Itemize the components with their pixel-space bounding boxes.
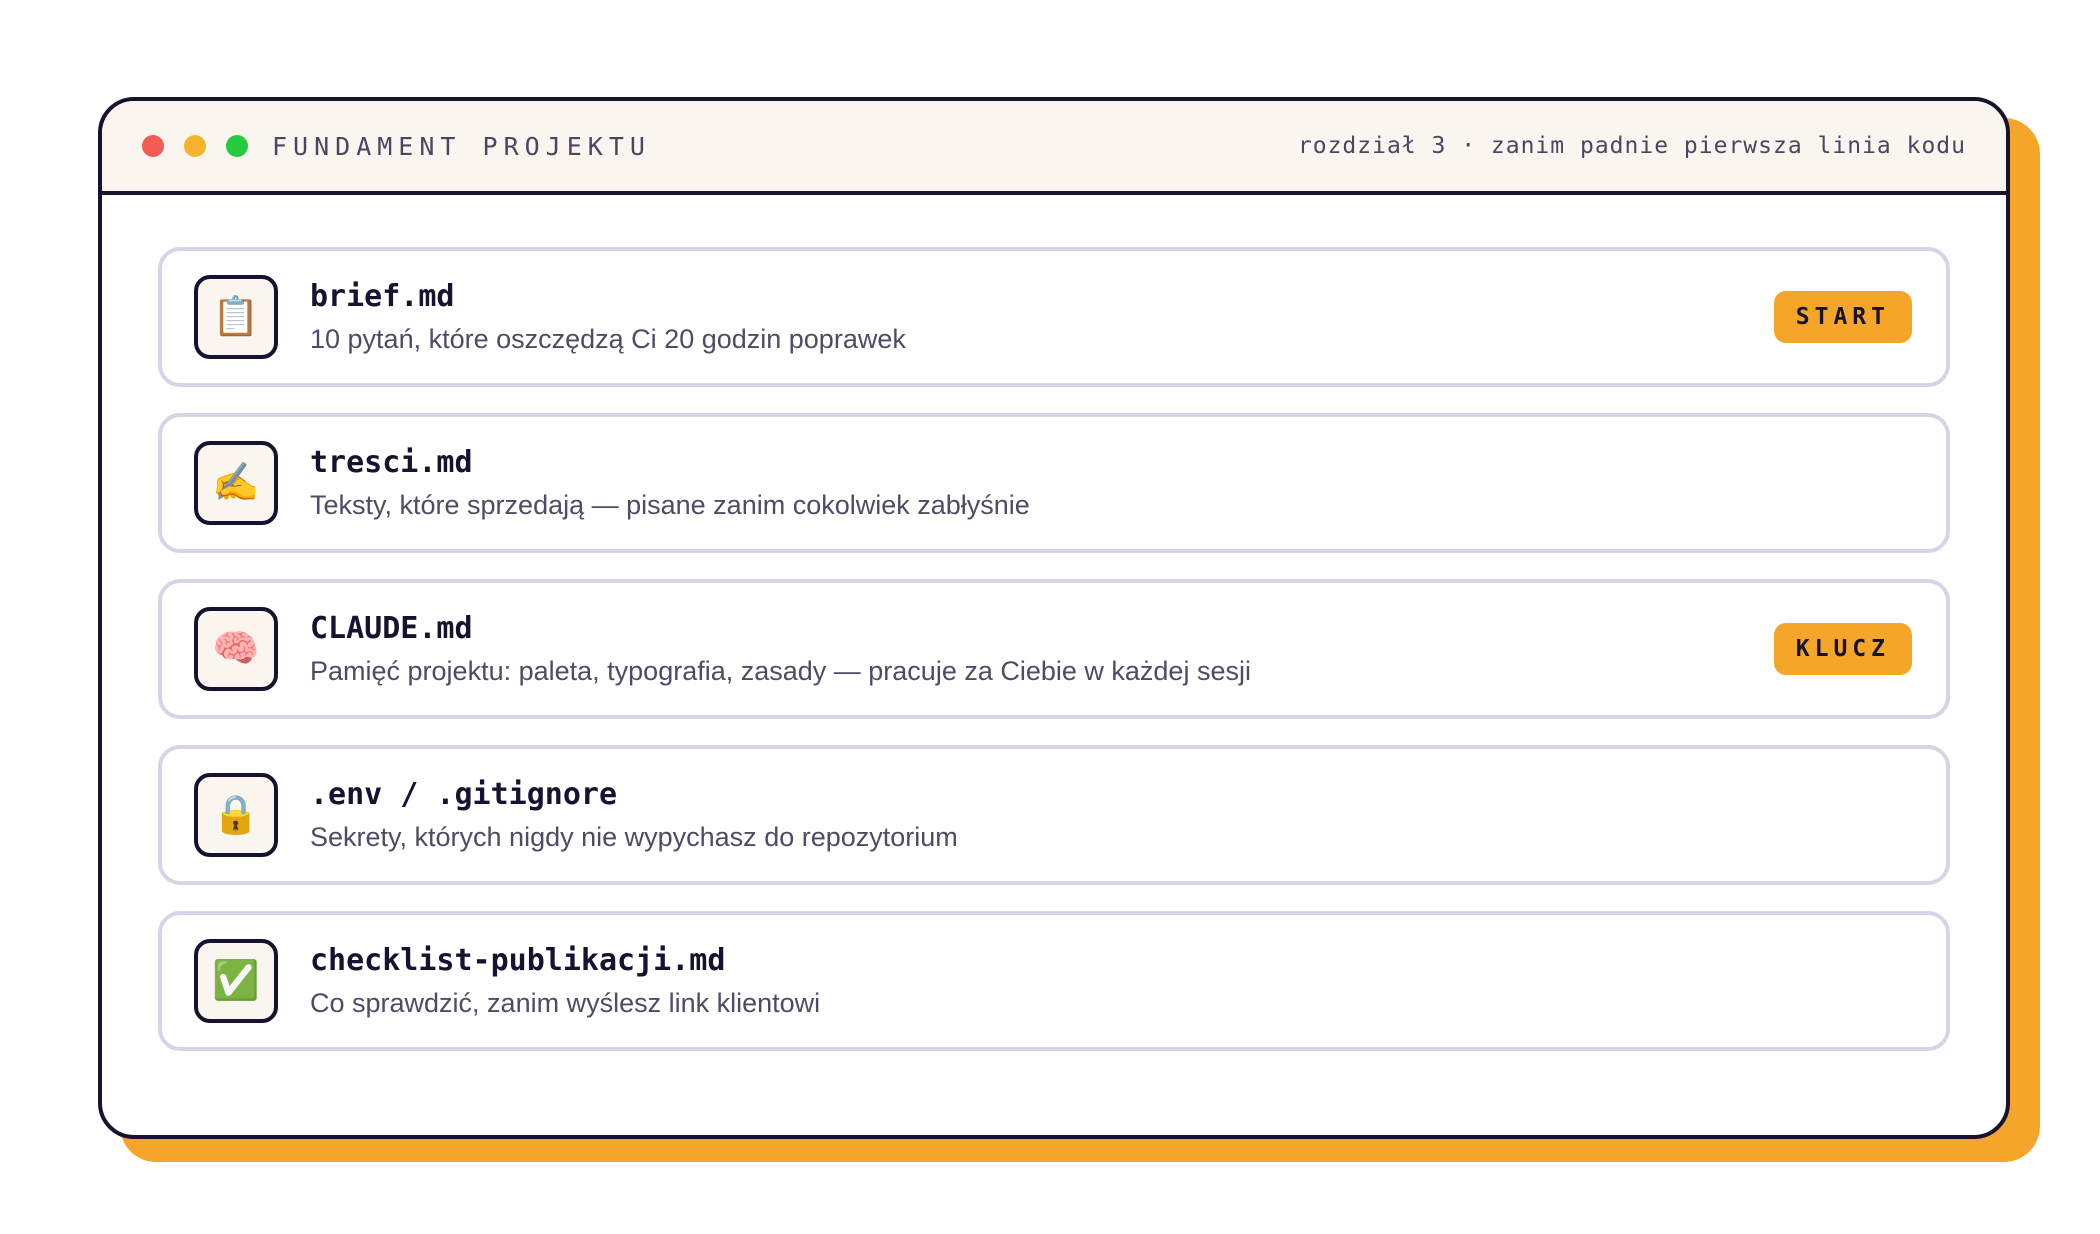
- file-name: brief.md: [310, 279, 455, 314]
- file-description: 10 pytań, które oszczędzą Ci 20 godzin p…: [310, 324, 906, 354]
- file-name: checklist-publikacji.md: [310, 943, 726, 978]
- file-list: 📋 brief.md 10 pytań, które oszczędzą Ci …: [102, 195, 2006, 1051]
- lock-icon: 🔒: [194, 773, 278, 857]
- file-description: Co sprawdzić, zanim wyślesz link kliento…: [310, 988, 821, 1018]
- file-card-tresci[interactable]: ✍️ tresci.md Teksty, które sprzedają — p…: [158, 413, 1950, 553]
- minimize-dot-icon[interactable]: [184, 135, 206, 157]
- close-dot-icon[interactable]: [142, 135, 164, 157]
- brain-icon: 🧠: [194, 607, 278, 691]
- file-name: tresci.md: [310, 445, 473, 480]
- file-description: Teksty, które sprzedają — pisane zanim c…: [310, 490, 1030, 520]
- start-badge[interactable]: START: [1773, 291, 1912, 343]
- file-card-env[interactable]: 🔒 .env / .gitignore Sekrety, których nig…: [158, 745, 1950, 885]
- check-mark-icon: ✅: [194, 939, 278, 1023]
- maximize-dot-icon[interactable]: [226, 135, 248, 157]
- file-card-checklist[interactable]: ✅ checklist-publikacji.md Co sprawdzić, …: [158, 911, 1950, 1051]
- title-bar: FUNDAMENT PROJEKTU rozdział 3 · zanim pa…: [102, 101, 2006, 195]
- file-card-brief[interactable]: 📋 brief.md 10 pytań, które oszczędzą Ci …: [158, 247, 1950, 387]
- file-text: CLAUDE.md Pamięć projektu: paleta, typog…: [310, 611, 1251, 687]
- file-text: .env / .gitignore Sekrety, których nigdy…: [310, 777, 958, 853]
- file-card-claude[interactable]: 🧠 CLAUDE.md Pamięć projektu: paleta, typ…: [158, 579, 1950, 719]
- file-name: CLAUDE.md: [310, 611, 473, 646]
- writing-hand-icon: ✍️: [194, 441, 278, 525]
- file-name: .env / .gitignore: [310, 777, 618, 812]
- file-description: Sekrety, których nigdy nie wypychasz do …: [310, 822, 958, 852]
- file-text: checklist-publikacji.md Co sprawdzić, za…: [310, 943, 820, 1019]
- klucz-badge[interactable]: KLUCZ: [1773, 623, 1912, 675]
- window-title: FUNDAMENT PROJEKTU: [272, 131, 651, 161]
- app-window: FUNDAMENT PROJEKTU rozdział 3 · zanim pa…: [98, 97, 2010, 1139]
- file-text: tresci.md Teksty, które sprzedają — pisa…: [310, 445, 1030, 521]
- window-subtitle: rozdział 3 · zanim padnie pierwsza linia…: [1297, 133, 1966, 159]
- file-description: Pamięć projektu: paleta, typografia, zas…: [310, 656, 1251, 686]
- file-text: brief.md 10 pytań, które oszczędzą Ci 20…: [310, 279, 906, 355]
- clipboard-icon: 📋: [194, 275, 278, 359]
